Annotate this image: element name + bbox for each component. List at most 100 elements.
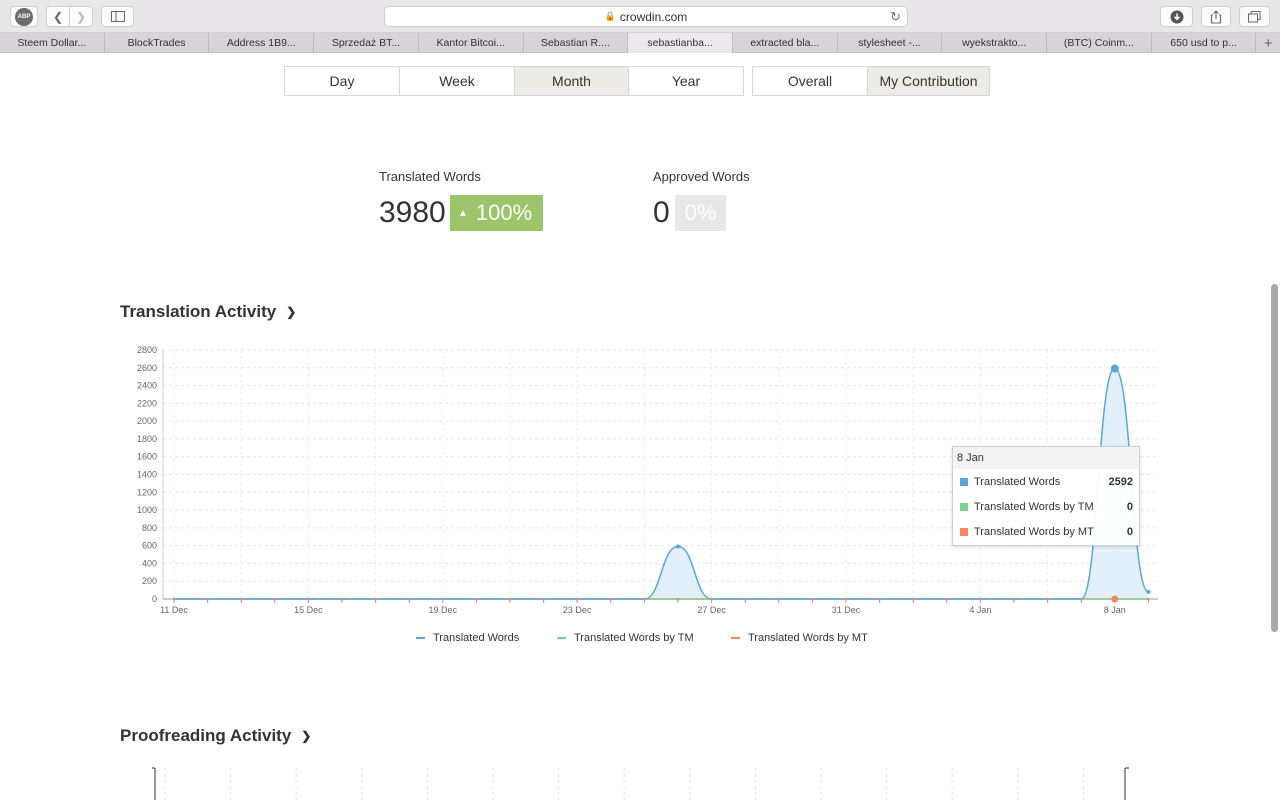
address-bar[interactable]: 🔒 crowdin.com ↻ [384,6,908,27]
scope-my-contribution-button[interactable]: My Contribution [868,67,989,95]
browser-tab[interactable]: stylesheet -... [838,33,943,53]
sidebar-toggle-button[interactable] [101,6,134,27]
legend-item-tm[interactable]: Translated Words by TM [557,632,694,644]
data-point-mt [575,597,579,601]
approved-words-label: Approved Words [653,169,750,184]
proofreading-activity-title[interactable]: Proofreading Activity ❯ [120,726,311,746]
legend-label: Translated Words [433,632,520,644]
data-point-mt [609,597,613,601]
tab-bar: Steem Dollar... BlockTrades Address 1B9...… [0,33,1280,53]
data-point-mt [643,597,646,601]
data-point-mt [542,597,545,601]
lock-icon: 🔒 [604,11,616,21]
data-point-mt [878,597,881,601]
adblock-icon: ABP [15,7,33,26]
proofreading-activity-chart[interactable] [120,765,1170,800]
browser-tab[interactable]: BlockTrades [105,33,210,53]
adblock-button[interactable]: ABP [10,6,38,27]
tooltip-row-value: 0 [1126,526,1133,538]
data-point-mt [979,597,982,601]
url-text: crowdin.com [619,9,688,24]
legend-label: Translated Words by TM [574,632,694,644]
tooltip-row-value: 2592 [1108,476,1133,488]
share-icon [1210,9,1222,24]
share-button[interactable] [1201,6,1231,27]
legend-line-icon [731,637,740,639]
data-point-translated [1110,364,1119,373]
data-point-mt-highlight [1111,595,1119,603]
x-tick-label: 23 Dec [563,605,592,615]
y-tick-label: 1600 [137,452,157,462]
tooltip-row-name: Translated Words by MT [974,526,1094,538]
translated-change-value: 100% [475,200,533,225]
data-point-mt [508,597,512,601]
legend-item-mt[interactable]: Translated Words by MT [731,632,868,644]
x-tick-label: 4 Jan [969,605,991,615]
data-point-mt [172,597,176,601]
y-tick-label: 2200 [137,398,157,408]
data-point-translated [1146,589,1151,594]
y-tick-label: 200 [142,576,157,586]
data-point-mt [374,597,377,601]
forward-button[interactable]: ❯ [69,6,93,27]
downloads-button[interactable] [1160,6,1193,27]
translation-activity-title[interactable]: Translation Activity ❯ [120,302,296,322]
browser-tab[interactable]: Sebastian R.... [524,33,629,53]
period-year-button[interactable]: Year [629,67,743,95]
browser-tab[interactable]: Address 1B9... [209,33,315,53]
reload-icon[interactable]: ↻ [890,9,901,25]
tooltip-row-name: Translated Words [974,476,1061,488]
x-tick-label: 8 Jan [1104,605,1126,615]
y-tick-label: 1000 [137,505,157,515]
arrow-up-icon: ▲ [458,207,468,219]
x-tick-label: 19 Dec [429,605,458,615]
y-tick-label: 1800 [137,434,157,444]
data-point-mt [1147,597,1150,601]
page-scrollbar[interactable] [1271,284,1278,632]
download-icon [1170,10,1183,23]
browser-tab[interactable]: 650 usd to p... [1152,33,1257,53]
data-point-mt [307,597,310,601]
chevron-right-icon: ❯ [75,9,87,24]
scope-overall-button[interactable]: Overall [753,67,868,95]
legend-item-translated[interactable]: Translated Words [416,632,519,644]
period-day-button[interactable]: Day [285,67,400,95]
translation-activity-label: Translation Activity [120,302,277,321]
x-tick-label: 27 Dec [697,605,726,615]
legend-square-icon [960,528,968,536]
new-tab-button[interactable]: + [1256,33,1280,53]
chart-tooltip: 8 Jan Translated Words 2592 Translated W… [952,446,1140,546]
y-tick-label: 400 [142,558,157,568]
data-point-mt [340,597,344,601]
period-month-button[interactable]: Month [515,67,629,95]
browser-toolbar: ABP ❮ ❯ 🔒 crowdin.com ↻ [0,0,1280,33]
chart-legend: Translated Words Translated Words by TM … [0,632,1280,648]
browser-tab[interactable]: (BTC) Coinm... [1047,33,1152,53]
legend-line-icon [557,637,566,639]
period-week-button[interactable]: Week [400,67,515,95]
data-point-mt [441,597,445,601]
back-button[interactable]: ❮ [46,6,70,27]
browser-tab[interactable]: Kantor Bitcoi... [419,33,524,53]
browser-tab[interactable]: extracted bla... [733,33,838,53]
data-point-mt [273,597,277,601]
legend-label: Translated Words by MT [748,632,868,644]
data-point-mt [475,597,478,601]
data-point-mt [1079,597,1083,601]
browser-tab[interactable]: wyekstrakto... [942,33,1048,53]
browser-tab[interactable]: sebastianba... [628,33,733,53]
translated-change-badge: ▲ 100% [450,195,543,231]
approved-words-value: 0 [653,196,670,229]
show-tabs-button[interactable] [1239,6,1270,27]
data-point-mt [710,597,713,601]
chevron-down-icon: ❯ [301,729,312,743]
proofreading-activity-label: Proofreading Activity [120,726,292,745]
browser-tab[interactable]: Steem Dollar... [0,33,105,53]
tabs-overview-icon [1248,10,1261,22]
browser-tab[interactable]: Sprzedaż BT... [314,33,419,53]
data-point-translated [676,544,680,549]
y-tick-label: 600 [142,541,157,551]
tooltip-row: Translated Words 2592 [960,475,1133,489]
data-point-mt [945,597,949,601]
approved-change-value: 0% [684,200,717,225]
